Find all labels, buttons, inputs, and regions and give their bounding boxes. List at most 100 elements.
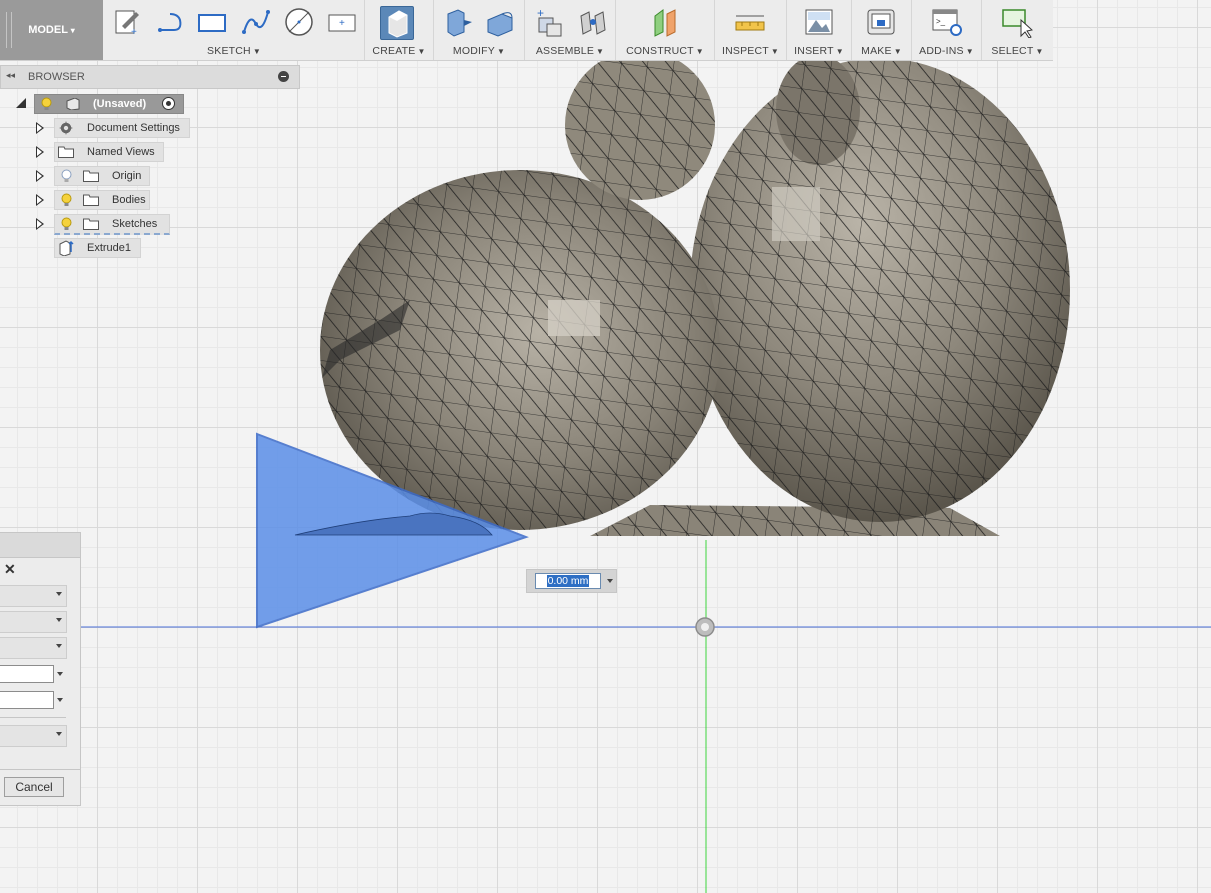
origin-marker[interactable] (695, 617, 715, 637)
group-modify: MODIFY ▼ (434, 0, 525, 60)
close-icon[interactable]: ✕ (4, 561, 16, 578)
svg-text:+: + (537, 6, 544, 20)
svg-text:+: + (339, 18, 345, 29)
lightbulb-icon[interactable] (60, 193, 73, 207)
divider (0, 769, 80, 770)
browser-item-label: Document Settings (87, 122, 180, 134)
group-label-modify[interactable]: MODIFY ▼ (434, 45, 524, 57)
group-select: SELECT ▼ (982, 0, 1053, 60)
workspace-switcher[interactable]: MODEL ▾ (0, 0, 103, 60)
scripts-icon[interactable]: >_ (931, 6, 963, 38)
taper-dropdown-icon[interactable] (57, 698, 63, 702)
start-select[interactable] (0, 611, 67, 633)
spline-icon[interactable] (240, 6, 272, 38)
collapse-icon[interactable]: ◂◂ (6, 70, 15, 81)
workspace-label: MODEL (28, 24, 68, 36)
svg-text:+: + (131, 27, 137, 38)
browser-title: BROWSER (28, 71, 85, 83)
expand-origin[interactable] (36, 170, 44, 182)
rectangle-icon[interactable] (196, 6, 228, 38)
group-label-inspect[interactable]: INSPECT ▼ (715, 45, 786, 57)
point-icon[interactable]: + (326, 6, 358, 38)
operation-select[interactable] (0, 725, 67, 747)
select-icon[interactable] (1001, 6, 1033, 38)
measure-icon[interactable] (734, 6, 766, 38)
browser-item-sketches[interactable]: Sketches (54, 214, 170, 235)
activate-radio[interactable] (162, 97, 175, 110)
extrude-dialog: ✕ Cancel (0, 532, 81, 806)
profile-select[interactable] (0, 585, 67, 607)
joint-icon[interactable] (577, 6, 609, 38)
group-label-create[interactable]: CREATE ▼ (365, 45, 433, 57)
group-create: CREATE ▼ (365, 0, 434, 60)
offset-plane-icon[interactable] (649, 6, 681, 38)
component-icon (66, 98, 80, 110)
group-label-construct[interactable]: CONSTRUCT ▼ (616, 45, 714, 57)
group-label-assemble[interactable]: ASSEMBLE ▼ (525, 45, 615, 57)
browser-item-label: Bodies (112, 194, 146, 206)
browser-header[interactable]: ◂◂ BROWSER (0, 65, 300, 89)
3d-print-icon[interactable] (865, 6, 897, 38)
group-add-ins: >_ ADD-INS ▼ (912, 0, 982, 60)
mesh-body[interactable] (320, 50, 1070, 536)
distance-options-icon[interactable] (607, 579, 613, 583)
taper-angle-field[interactable] (0, 691, 54, 709)
root-label: (Unsaved) (93, 98, 147, 110)
lightbulb-icon[interactable] (60, 217, 73, 231)
divider (0, 717, 66, 718)
browser-item-label: Named Views (87, 146, 155, 158)
browser-item-document-settings[interactable]: Document Settings (54, 118, 190, 138)
dialog-header[interactable] (0, 533, 80, 558)
group-label-select[interactable]: SELECT ▼ (982, 45, 1053, 57)
line-icon[interactable] (154, 6, 186, 38)
lightbulb-icon[interactable] (40, 97, 53, 111)
browser-item-label: Sketches (112, 218, 158, 230)
group-label-add-ins[interactable]: ADD-INS ▼ (912, 45, 981, 57)
group-label-sketch[interactable]: SKETCH ▼ (104, 45, 364, 57)
circle-icon[interactable] (283, 6, 315, 38)
folder-icon (58, 146, 74, 158)
create-sketch-icon[interactable]: + (112, 6, 144, 38)
group-label-insert[interactable]: INSERT ▼ (787, 45, 851, 57)
cancel-button[interactable]: Cancel (4, 777, 64, 797)
gear-icon (59, 121, 73, 135)
fillet-icon[interactable] (484, 6, 516, 38)
folder-icon (83, 218, 99, 230)
group-label-make[interactable]: MAKE ▼ (852, 45, 911, 57)
folder-icon (83, 194, 99, 206)
extrude-icon[interactable] (380, 6, 414, 40)
group-insert: INSERT ▼ (787, 0, 852, 60)
lightbulb-icon[interactable] (60, 169, 73, 183)
svg-text:>_: >_ (936, 17, 946, 26)
root-expander[interactable] (16, 98, 26, 108)
browser-item-extrude1[interactable]: Extrude1 (54, 238, 141, 258)
browser-item-label: Origin (112, 170, 142, 182)
distance-manipulator: 0.00 mm (526, 569, 617, 593)
distance-value-input[interactable]: 0.00 mm (535, 573, 601, 589)
new-component-icon[interactable]: + (533, 6, 565, 38)
browser-panel: ◂◂ BROWSER (Unsaved) Document Settings N… (0, 65, 300, 265)
minimize-icon[interactable] (278, 71, 289, 82)
browser-item-origin[interactable]: Origin (54, 166, 150, 186)
toolbar: MODEL ▾ + + SKETCH ▼ CREATE ▼ MODIFY ▼ + AS… (0, 0, 1053, 61)
group-make: MAKE ▼ (852, 0, 912, 60)
expand-named-views[interactable] (36, 146, 44, 158)
press-pull-icon[interactable] (442, 6, 474, 38)
folder-icon (83, 170, 99, 182)
distance-field[interactable] (0, 665, 54, 683)
expand-bodies[interactable] (36, 194, 44, 206)
browser-item-bodies[interactable]: Bodies (54, 190, 150, 210)
expand-document-settings[interactable] (36, 122, 44, 134)
distance-value-text: 0.00 mm (546, 575, 590, 587)
group-construct: CONSTRUCT ▼ (616, 0, 715, 60)
insert-image-icon[interactable] (803, 6, 835, 38)
browser-item-label: Extrude1 (87, 242, 132, 254)
group-sketch: + + SKETCH ▼ (104, 0, 365, 60)
distance-dropdown-icon[interactable] (57, 672, 63, 676)
browser-item-named-views[interactable]: Named Views (54, 142, 164, 162)
expand-sketches[interactable] (36, 218, 44, 230)
direction-select[interactable] (0, 637, 67, 659)
group-inspect: INSPECT ▼ (715, 0, 787, 60)
extrude-icon (59, 240, 74, 256)
group-assemble: + ASSEMBLE ▼ (525, 0, 616, 60)
